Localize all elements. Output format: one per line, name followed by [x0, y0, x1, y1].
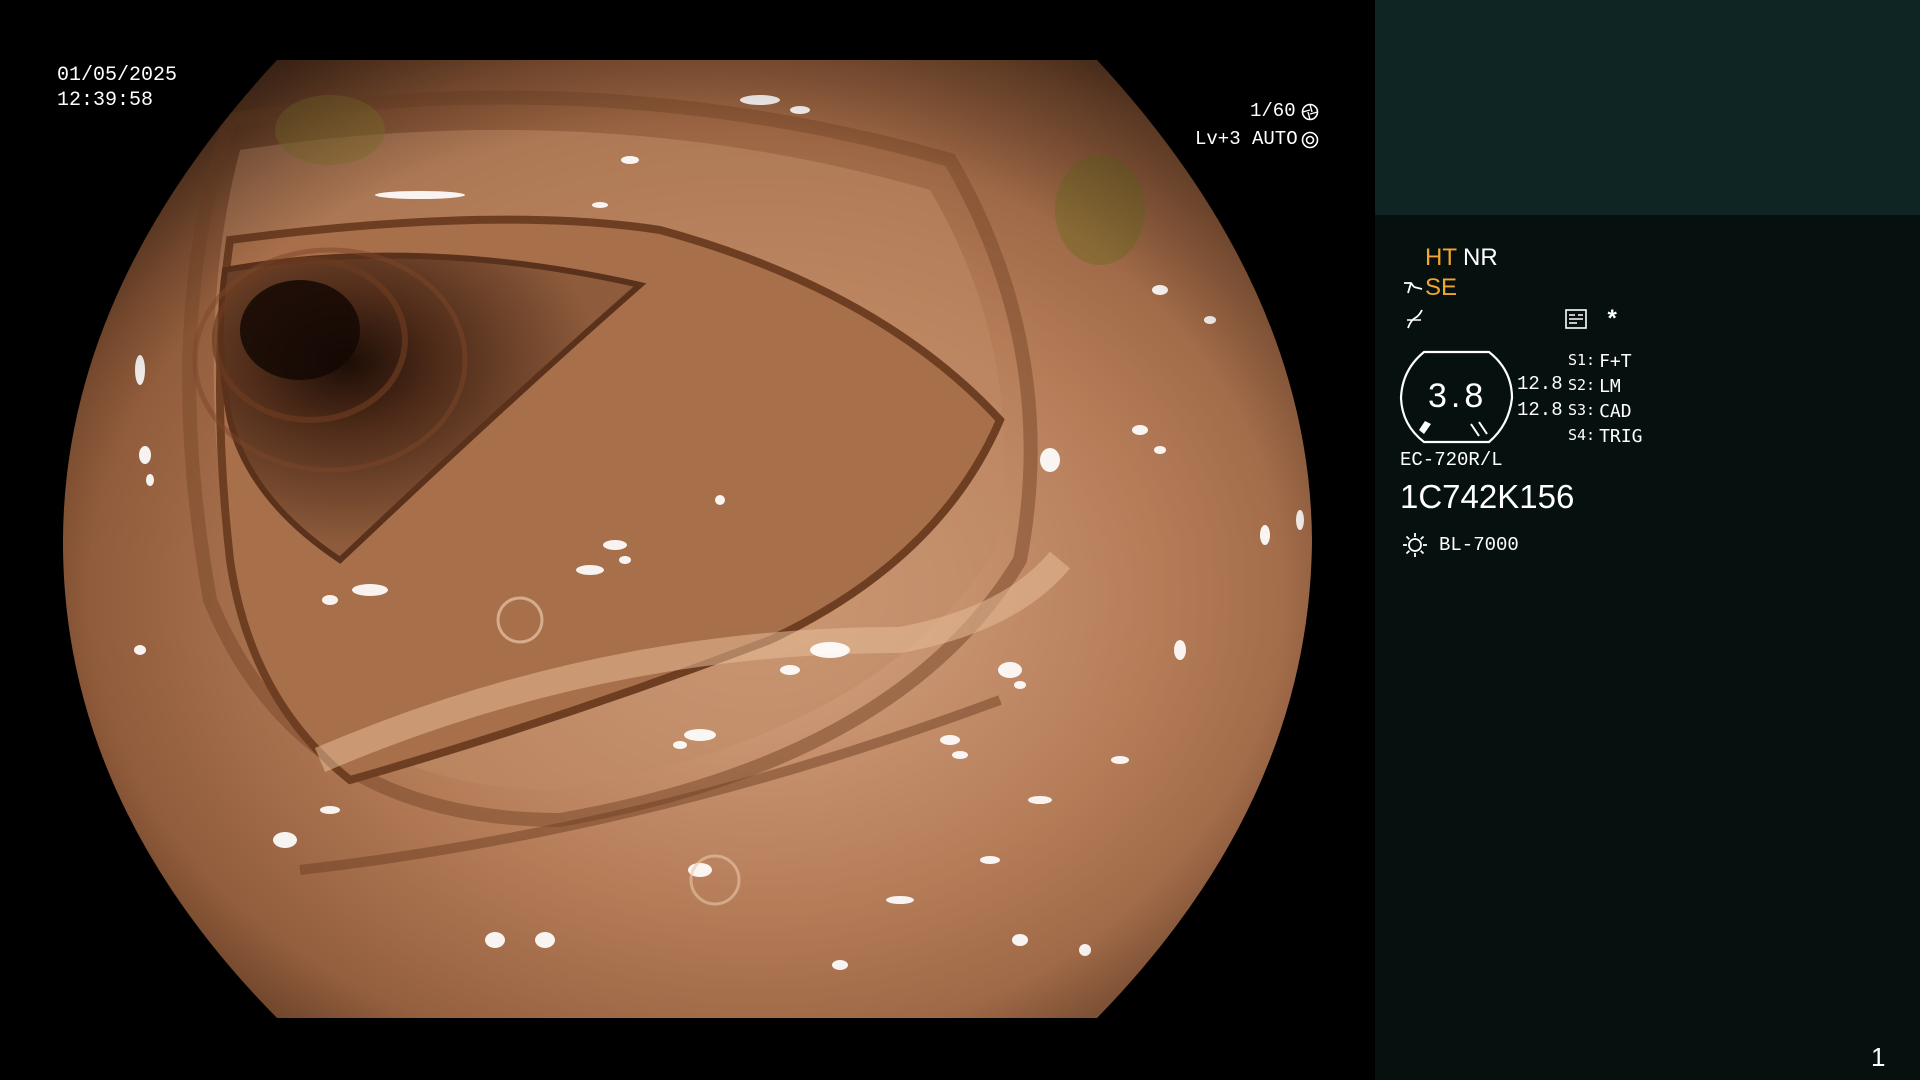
- endoscopic-image: [62, 60, 1312, 1018]
- switch-row-3: S3: CAD: [1568, 401, 1632, 422]
- switch-value: TRIG: [1599, 426, 1643, 447]
- switch-row-2: S2: LM: [1568, 376, 1621, 397]
- endoscope-video: 01/05/2025 12:39:58 1/60 Lv+3 AUTO: [0, 0, 1375, 1080]
- gamma-icon: [1407, 309, 1423, 329]
- exam-time: 12:39:58: [57, 89, 154, 112]
- gauge-reading-2: 12.8: [1517, 399, 1563, 421]
- ht-label: HT: [1425, 244, 1457, 271]
- light-source-icon: [1403, 533, 1427, 557]
- gauge-value: 3.8: [1428, 377, 1488, 415]
- iris-mode: AUTO: [1252, 128, 1298, 150]
- light-source-model: BL-7000: [1439, 534, 1519, 556]
- asterisk-indicator: *: [1605, 308, 1620, 335]
- se-scope-icon: [1404, 282, 1423, 294]
- switch-value: F+T: [1599, 351, 1632, 372]
- switch-row-4: S4: TRIG: [1568, 426, 1642, 447]
- settings-card-icon: [1565, 309, 1587, 329]
- switch-value: CAD: [1599, 401, 1632, 422]
- shutter-icon: [1301, 103, 1319, 121]
- light-level: Lv+3: [1195, 128, 1241, 150]
- switch-key: S3:: [1568, 401, 1596, 419]
- auto-iris-icon: [1301, 131, 1319, 149]
- scope-serial: 1C742K156: [1400, 478, 1575, 515]
- info-panel: HT NR SE * 3.8 12.8 12.8 S1: F+T S2: LM …: [1375, 0, 1920, 1080]
- se-label: SE: [1425, 274, 1458, 301]
- gauge-reading-1: 12.8: [1517, 373, 1563, 395]
- switch-value: LM: [1599, 376, 1621, 397]
- panel-header-area: [1375, 0, 1920, 215]
- nr-label: NR: [1463, 244, 1498, 271]
- scope-model: EC-720R/L: [1400, 449, 1503, 471]
- page-number: 1: [1871, 1042, 1886, 1072]
- switch-key: S4:: [1568, 426, 1596, 444]
- switch-row-1: S1: F+T: [1568, 351, 1632, 372]
- switch-key: S2:: [1568, 376, 1596, 394]
- shutter-speed: 1/60: [1250, 100, 1296, 122]
- exam-date: 01/05/2025: [57, 64, 178, 87]
- switch-key: S1:: [1568, 351, 1596, 369]
